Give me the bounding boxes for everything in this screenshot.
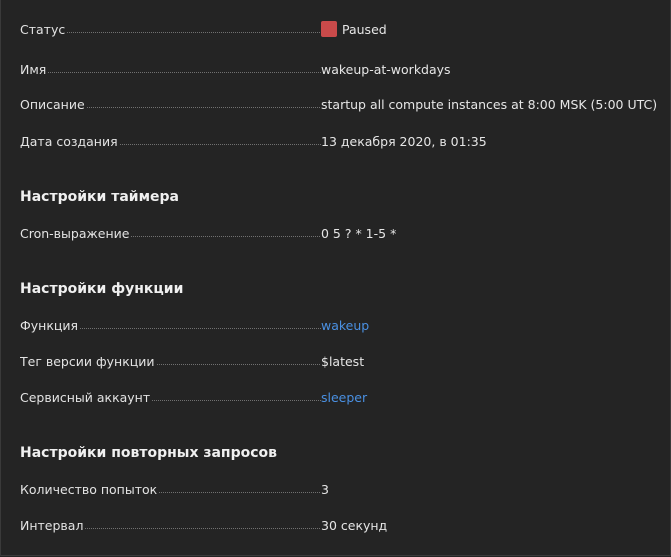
description-label: Описание (20, 96, 85, 112)
cron-label: Cron-выражение (20, 225, 130, 241)
service-account-row: Сервисный аккаунт sleeper (20, 387, 661, 407)
status-row: Статус Paused (20, 19, 661, 39)
interval-row: Интервал 30 секунд (20, 515, 661, 535)
interval-label: Интервал (20, 517, 84, 533)
cron-row: Cron-выражение 0 5 ? * 1-5 * (20, 223, 661, 243)
name-row: Имя wakeup-at-workdays (20, 59, 661, 79)
function-row: Функция wakeup (20, 315, 661, 335)
details-panel (0, 0, 671, 556)
created-row: Дата создания 13 декабря 2020, в 01:35 (20, 131, 661, 151)
leader-dots (86, 106, 321, 108)
function-settings-heading: Настройки функции (20, 281, 184, 297)
status-label: Статус (20, 21, 66, 37)
status-indicator-icon (321, 21, 337, 37)
service-account-link[interactable]: sleeper (321, 390, 367, 405)
attempts-label: Количество попыток (20, 481, 158, 497)
leader-dots (156, 363, 321, 365)
version-tag-value: $latest (321, 353, 365, 369)
interval-value: 30 секунд (321, 517, 388, 533)
created-value: 13 декабря 2020, в 01:35 (321, 133, 487, 149)
cron-value: 0 5 ? * 1-5 * (321, 225, 397, 241)
retry-settings-heading: Настройки повторных запросов (20, 445, 278, 461)
leader-dots (48, 71, 321, 73)
leader-dots (152, 399, 321, 401)
status-value: Paused (342, 21, 387, 37)
attempts-row: Количество попыток 3 (20, 479, 661, 499)
leader-dots (159, 491, 321, 493)
leader-dots (67, 31, 321, 33)
created-label: Дата создания (20, 133, 118, 149)
attempts-value: 3 (321, 481, 329, 497)
description-value: startup all compute instances at 8:00 MS… (321, 96, 658, 112)
name-value: wakeup-at-workdays (321, 61, 451, 77)
description-row: Описание startup all compute instances a… (20, 94, 661, 114)
leader-dots (119, 143, 321, 145)
timer-settings-heading: Настройки таймера (20, 189, 179, 205)
version-tag-row: Тег версии функции $latest (20, 351, 661, 371)
leader-dots (80, 327, 321, 329)
function-label: Функция (20, 317, 79, 333)
service-account-label: Сервисный аккаунт (20, 389, 151, 405)
name-label: Имя (20, 61, 47, 77)
leader-dots (131, 235, 321, 237)
function-link[interactable]: wakeup (321, 318, 369, 333)
version-tag-label: Тег версии функции (20, 353, 155, 369)
leader-dots (85, 527, 321, 529)
